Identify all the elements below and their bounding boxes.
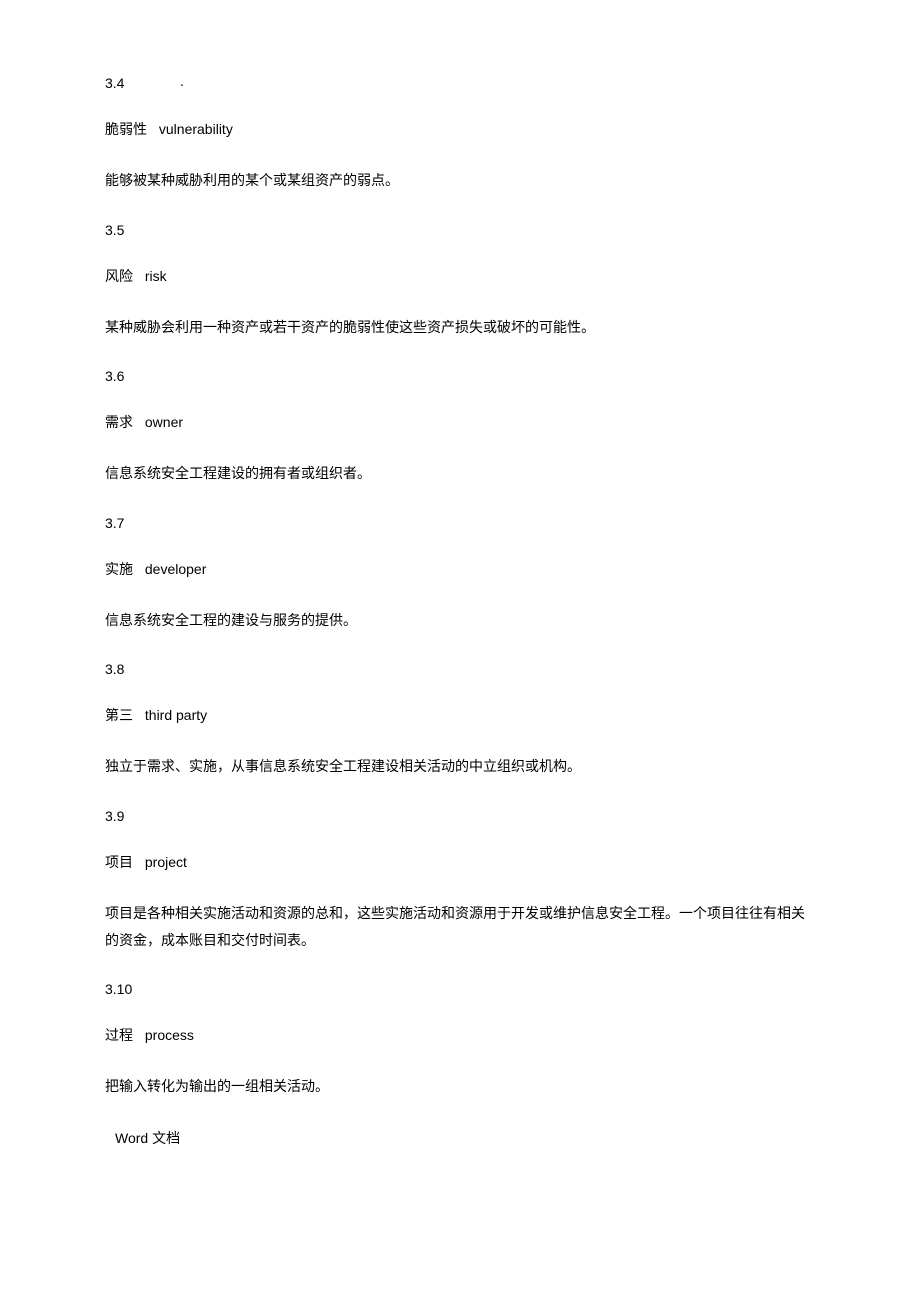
entry-number: 3.4 [105,75,815,91]
term-cn: 脆弱性 [105,121,147,137]
entry-number: 3.5 [105,222,815,238]
term-line: 风险 risk [105,266,815,286]
term-cn: 过程 [105,1027,133,1043]
term-en: owner [145,414,183,430]
definition: 某种威胁会利用一种资产或若干资产的脆弱性使这些资产损失或破坏的可能性。 [105,314,815,341]
term-cn: 第三 [105,707,133,723]
definition: 能够被某种威胁利用的某个或某组资产的弱点。 [105,167,815,194]
term-line: 过程 process [105,1025,815,1045]
term-en: vulnerability [159,121,233,137]
entry-number: 3.7 [105,515,815,531]
term-line: 脆弱性 vulnerability [105,119,815,139]
term-en: third party [145,707,207,723]
entry-number: 3.8 [105,661,815,677]
term-en: process [145,1027,194,1043]
term-line: 第三 third party [105,705,815,725]
definition: 信息系统安全工程建设的拥有者或组织者。 [105,460,815,487]
term-line: 需求 owner [105,412,815,432]
term-line: 实施 developer [105,559,815,579]
entry-number: 3.10 [105,981,815,997]
definition: 项目是各种相关实施活动和资源的总和，这些实施活动和资源用于开发或维护信息安全工程… [105,900,815,953]
term-en: developer [145,561,207,577]
term-en: project [145,854,187,870]
footer-text: Word 文档 [105,1128,815,1148]
entry-number: 3.9 [105,808,815,824]
term-line: 项目 project [105,852,815,872]
term-cn: 实施 [105,561,133,577]
term-cn: 需求 [105,414,133,430]
term-en: risk [145,268,167,284]
header-dot: . [180,73,184,89]
term-cn: 风险 [105,268,133,284]
definition: 信息系统安全工程的建设与服务的提供。 [105,607,815,634]
term-cn: 项目 [105,854,133,870]
entry-number: 3.6 [105,368,815,384]
page-content: 3.4 脆弱性 vulnerability 能够被某种威胁利用的某个或某组资产的… [0,0,920,1188]
definition: 独立于需求、实施，从事信息系统安全工程建设相关活动的中立组织或机构。 [105,753,815,780]
definition: 把输入转化为输出的一组相关活动。 [105,1073,815,1100]
